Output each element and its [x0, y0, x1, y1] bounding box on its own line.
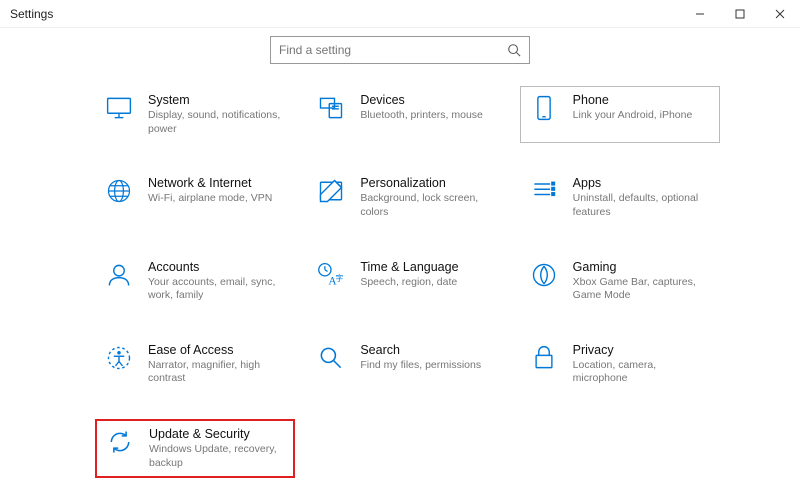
tile-title: System: [148, 93, 286, 107]
tile-desc: Wi-Fi, airplane mode, VPN: [148, 192, 272, 206]
tile-desc: Uninstall, defaults, optional features: [573, 192, 711, 219]
tile-title: Update & Security: [149, 427, 285, 441]
tile-ease-of-access[interactable]: Ease of Access Narrator, magnifier, high…: [95, 336, 295, 393]
window-title: Settings: [10, 7, 53, 21]
search-tile-icon: [316, 343, 346, 373]
gaming-icon: [529, 260, 559, 290]
tile-desc: Your accounts, email, sync, work, family: [148, 276, 286, 303]
tile-time-language[interactable]: A 字 Time & Language Speech, region, date: [307, 253, 507, 310]
tile-desc: Find my files, permissions: [360, 359, 481, 373]
phone-icon: [529, 93, 559, 123]
tile-title: Apps: [573, 176, 711, 190]
search-box[interactable]: [270, 36, 530, 64]
tile-desc: Windows Update, recovery, backup: [149, 443, 285, 470]
personalization-icon: [316, 176, 346, 206]
tile-update-security[interactable]: Update & Security Windows Update, recove…: [95, 419, 295, 478]
close-icon: [775, 9, 785, 19]
ease-of-access-icon: [104, 343, 134, 373]
tile-title: Accounts: [148, 260, 286, 274]
tile-desc: Narrator, magnifier, high contrast: [148, 359, 286, 386]
window-controls: [680, 0, 800, 27]
tile-title: Ease of Access: [148, 343, 286, 357]
maximize-button[interactable]: [720, 0, 760, 27]
search-icon: [507, 43, 521, 57]
tile-desc: Speech, region, date: [360, 276, 458, 290]
tile-privacy[interactable]: Privacy Location, camera, microphone: [520, 336, 720, 393]
tile-title: Search: [360, 343, 481, 357]
minimize-button[interactable]: [680, 0, 720, 27]
tile-title: Network & Internet: [148, 176, 272, 190]
tile-system[interactable]: System Display, sound, notifications, po…: [95, 86, 295, 143]
search-input[interactable]: [279, 43, 507, 57]
tile-gaming[interactable]: Gaming Xbox Game Bar, captures, Game Mod…: [520, 253, 720, 310]
settings-grid: System Display, sound, notifications, po…: [0, 76, 800, 478]
close-button[interactable]: [760, 0, 800, 27]
system-icon: [104, 93, 134, 123]
time-language-icon: A 字: [316, 260, 346, 290]
tile-title: Devices: [360, 93, 483, 107]
tile-desc: Location, camera, microphone: [573, 359, 711, 386]
maximize-icon: [735, 9, 745, 19]
accounts-icon: [104, 260, 134, 290]
svg-text:字: 字: [336, 273, 344, 283]
privacy-icon: [529, 343, 559, 373]
tile-devices[interactable]: Devices Bluetooth, printers, mouse: [307, 86, 507, 143]
network-icon: [104, 176, 134, 206]
tile-network[interactable]: Network & Internet Wi-Fi, airplane mode,…: [95, 169, 295, 226]
devices-icon: [316, 93, 346, 123]
tile-phone[interactable]: Phone Link your Android, iPhone: [520, 86, 720, 143]
tile-desc: Background, lock screen, colors: [360, 192, 498, 219]
tile-desc: Link your Android, iPhone: [573, 109, 693, 123]
tile-apps[interactable]: Apps Uninstall, defaults, optional featu…: [520, 169, 720, 226]
tile-title: Time & Language: [360, 260, 458, 274]
tile-desc: Xbox Game Bar, captures, Game Mode: [573, 276, 711, 303]
tile-title: Phone: [573, 93, 693, 107]
tile-search[interactable]: Search Find my files, permissions: [307, 336, 507, 393]
apps-icon: [529, 176, 559, 206]
tile-accounts[interactable]: Accounts Your accounts, email, sync, wor…: [95, 253, 295, 310]
tile-title: Personalization: [360, 176, 498, 190]
tile-title: Gaming: [573, 260, 711, 274]
update-security-icon: [105, 427, 135, 457]
tile-title: Privacy: [573, 343, 711, 357]
tile-personalization[interactable]: Personalization Background, lock screen,…: [307, 169, 507, 226]
tile-desc: Display, sound, notifications, power: [148, 109, 286, 136]
minimize-icon: [695, 9, 705, 19]
tile-desc: Bluetooth, printers, mouse: [360, 109, 483, 123]
search-area: [0, 28, 800, 76]
titlebar: Settings: [0, 0, 800, 28]
